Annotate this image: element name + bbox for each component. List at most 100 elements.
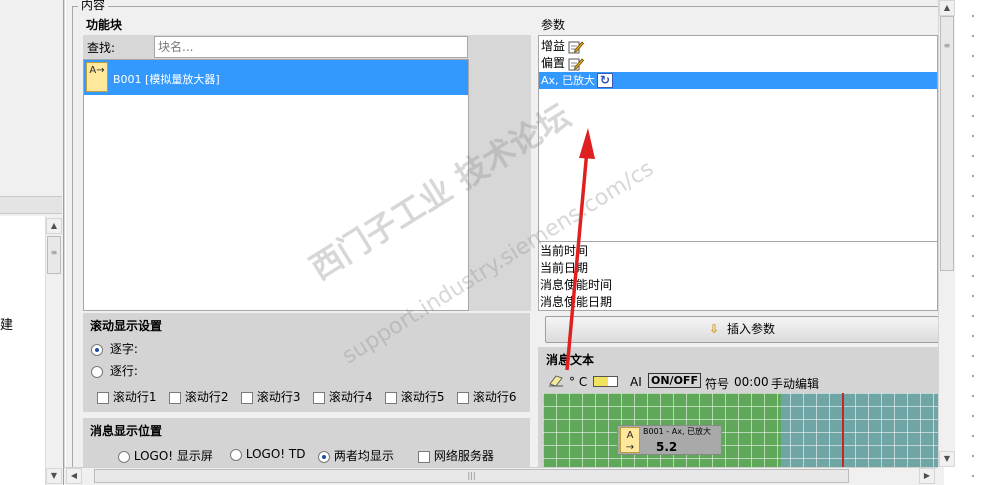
scroll-line-checkbox-6[interactable]: 滚动行6 bbox=[457, 388, 516, 405]
web-server-checkbox[interactable]: 网络服务器 bbox=[418, 447, 494, 464]
ai-button[interactable]: AI bbox=[630, 375, 642, 389]
checkbox[interactable] bbox=[418, 450, 430, 463]
edit-icon[interactable] bbox=[568, 57, 585, 71]
arrow-down-icon: ⇩ bbox=[708, 322, 720, 336]
param-item-offset[interactable]: 偏置 bbox=[539, 55, 937, 72]
dotted-canvas-edge bbox=[956, 0, 989, 485]
checkbox[interactable] bbox=[313, 391, 325, 404]
checkbox-label: 网络服务器 bbox=[433, 449, 494, 463]
scroll-settings-title: 滚动显示设置 bbox=[90, 319, 163, 333]
scroll-by-char-option[interactable]: 逐字: bbox=[91, 340, 138, 357]
scroll-line-checkbox-4[interactable]: 滚动行4 bbox=[313, 388, 372, 405]
scroll-down-arrow-icon[interactable]: ▼ bbox=[939, 451, 955, 467]
scroll-settings-group: 滚动显示设置 逐字: 逐行: 滚动行1 滚动行2 滚动行3 滚动行4 滚动行5 … bbox=[83, 313, 530, 412]
param-label: 增益 bbox=[541, 39, 566, 53]
display-width-marker bbox=[842, 393, 844, 467]
radio[interactable] bbox=[230, 448, 242, 461]
refresh-icon[interactable]: ↻ bbox=[597, 73, 614, 88]
manual-edit-button[interactable]: 手动编辑 bbox=[771, 375, 819, 392]
param-item-ax-amplified[interactable]: Ax, 已放大 ↻ bbox=[539, 72, 937, 89]
right-vertical-scrollbar[interactable]: ▲ ≡ ▼ bbox=[938, 0, 955, 467]
param-label: Ax, 已放大 bbox=[541, 74, 596, 87]
radio-by-char[interactable] bbox=[91, 343, 103, 356]
left-list-item-text: 建 bbox=[0, 318, 14, 333]
bar-graph-icon[interactable] bbox=[593, 376, 618, 387]
left-vertical-scrollbar[interactable]: ▲ ≡ ▼ bbox=[45, 216, 62, 485]
symbol-button[interactable]: 符号 bbox=[705, 375, 729, 392]
msg-text-toolbar: ° C AI ON/OFF 符号 00:00 手动编辑 bbox=[538, 372, 938, 392]
scroll-thumb[interactable]: ||| bbox=[94, 469, 849, 483]
scroll-thumb[interactable]: ≡ bbox=[940, 16, 954, 271]
msg-position-group: 消息显示位置 LOGO! 显示屏 LOGO! TD 两者均显示 网络服务器 bbox=[83, 418, 530, 467]
message-block-value: 5.2 bbox=[656, 440, 678, 454]
block-search-input[interactable] bbox=[154, 36, 468, 58]
message-block-title: B001 - Ax, 已放大 bbox=[643, 427, 712, 436]
system-params-list[interactable]: 当前时间 当前日期 消息使能时间 消息使能日期 bbox=[540, 243, 612, 311]
time-button[interactable]: 00:00 bbox=[734, 375, 769, 389]
scroll-by-line-option[interactable]: 逐行: bbox=[91, 362, 138, 379]
degree-celsius-button[interactable]: ° C bbox=[569, 375, 587, 389]
left-panel-header bbox=[0, 196, 62, 214]
option-label: LOGO! 显示屏 bbox=[133, 449, 213, 463]
scroll-up-arrow-icon[interactable]: ▲ bbox=[46, 218, 62, 234]
analog-amplifier-block-icon: A→ bbox=[620, 427, 640, 453]
insert-param-label: 插入参数 bbox=[727, 322, 776, 336]
checkbox[interactable] bbox=[97, 391, 109, 404]
checkbox-label: 滚动行1 bbox=[112, 390, 157, 404]
scroll-by-char-label: 逐字: bbox=[109, 342, 138, 356]
system-param-item[interactable]: 当前时间 bbox=[540, 243, 612, 260]
checkbox-label: 滚动行4 bbox=[328, 390, 373, 404]
scroll-line-checkbox-1[interactable]: 滚动行1 bbox=[97, 388, 156, 405]
scroll-left-arrow-icon[interactable]: ◀ bbox=[66, 468, 82, 484]
radio[interactable] bbox=[318, 450, 330, 463]
system-param-item[interactable]: 消息使能时间 bbox=[540, 277, 612, 294]
scroll-line-checkbox-5[interactable]: 滚动行5 bbox=[385, 388, 444, 405]
left-tree-list[interactable] bbox=[0, 216, 46, 485]
scroll-up-arrow-icon[interactable]: ▲ bbox=[939, 0, 955, 16]
param-item-gain[interactable]: 增益 bbox=[539, 38, 937, 55]
eraser-icon[interactable] bbox=[548, 374, 563, 387]
content-group-title: 内容 bbox=[78, 0, 109, 13]
scroll-down-arrow-icon[interactable]: ▼ bbox=[46, 468, 62, 484]
radio[interactable] bbox=[118, 450, 130, 463]
blocks-title: 功能块 bbox=[86, 18, 123, 32]
position-option-logo-display[interactable]: LOGO! 显示屏 bbox=[118, 447, 213, 464]
system-param-item[interactable]: 消息使能日期 bbox=[540, 294, 612, 311]
message-param-block[interactable]: A → B001 - Ax, 已放大 5.2 bbox=[617, 425, 722, 455]
message-canvas-grid bbox=[543, 393, 938, 467]
checkbox[interactable] bbox=[385, 391, 397, 404]
horizontal-scrollbar[interactable]: ◀ ||| ▶ bbox=[64, 467, 938, 485]
scroll-by-line-label: 逐行: bbox=[109, 364, 138, 378]
position-option-logo-td[interactable]: LOGO! TD bbox=[230, 447, 305, 461]
block-label: B001 [模拟量放大器] bbox=[113, 73, 220, 86]
insert-param-button[interactable]: ⇩ 插入参数 bbox=[545, 316, 939, 343]
checkbox[interactable] bbox=[457, 391, 469, 404]
checkbox[interactable] bbox=[169, 391, 181, 404]
radio-by-line[interactable] bbox=[91, 365, 103, 378]
edit-icon[interactable] bbox=[568, 40, 585, 54]
block-list-item[interactable]: A→ B001 [模拟量放大器] bbox=[84, 60, 468, 95]
checkbox-label: 滚动行2 bbox=[184, 390, 229, 404]
scroll-right-arrow-icon[interactable]: ▶ bbox=[919, 468, 935, 484]
scroll-line-checkbox-3[interactable]: 滚动行3 bbox=[241, 388, 300, 405]
position-option-both[interactable]: 两者均显示 bbox=[318, 447, 394, 464]
params-separator bbox=[539, 241, 937, 242]
checkbox-label: 滚动行6 bbox=[472, 390, 517, 404]
checkbox[interactable] bbox=[241, 391, 253, 404]
msg-text-title: 消息文本 bbox=[546, 353, 595, 367]
onoff-button[interactable]: ON/OFF bbox=[648, 373, 701, 388]
system-param-item[interactable]: 当前日期 bbox=[540, 260, 612, 277]
params-title: 参数 bbox=[541, 18, 566, 32]
analog-amplifier-block-icon: A→ bbox=[86, 62, 108, 92]
block-list[interactable] bbox=[83, 59, 469, 311]
option-label: LOGO! TD bbox=[245, 447, 306, 461]
checkbox-label: 滚动行3 bbox=[256, 390, 301, 404]
checkbox-label: 滚动行5 bbox=[400, 390, 445, 404]
param-label: 偏置 bbox=[541, 56, 566, 70]
message-editor-canvas[interactable] bbox=[543, 393, 938, 467]
scroll-line-checkbox-2[interactable]: 滚动行2 bbox=[169, 388, 228, 405]
msg-position-title: 消息显示位置 bbox=[90, 424, 163, 438]
option-label: 两者均显示 bbox=[333, 449, 394, 463]
scroll-thumb[interactable]: ≡ bbox=[47, 236, 61, 274]
search-label: 查找: bbox=[87, 41, 116, 55]
